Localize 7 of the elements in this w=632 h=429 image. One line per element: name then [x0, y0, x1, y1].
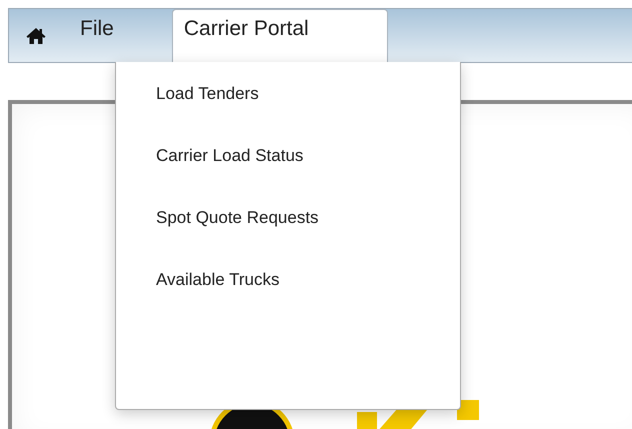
home-icon[interactable]: [26, 27, 46, 45]
menu-tab[interactable]: File: [80, 9, 114, 62]
menu-item[interactable]: Carrier Load Status: [116, 142, 304, 170]
menu-tab[interactable]: Carrier Portal: [172, 9, 388, 62]
menu-item[interactable]: Load Tenders: [116, 80, 259, 108]
menu-item[interactable]: Spot Quote Requests: [116, 204, 319, 232]
menu-item[interactable]: Available Trucks: [116, 266, 280, 294]
